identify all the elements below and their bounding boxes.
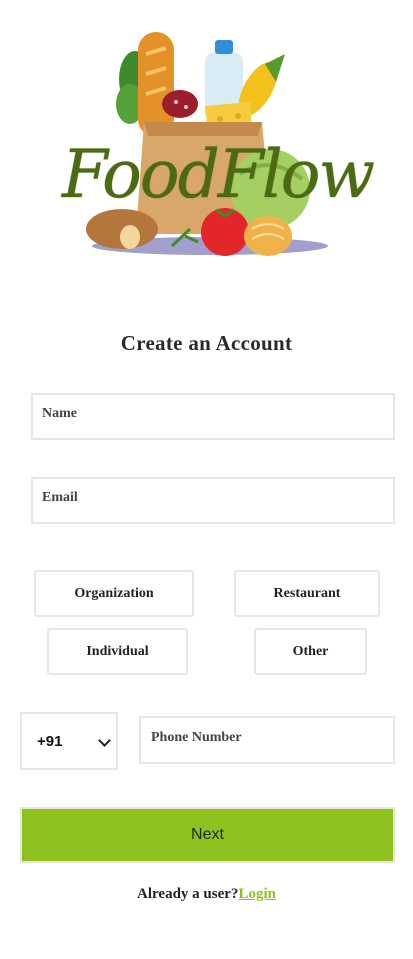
- login-prompt: Already a user?Login: [0, 886, 413, 903]
- country-code-value: +91: [37, 733, 63, 750]
- name-field[interactable]: [31, 393, 395, 440]
- individual-button[interactable]: Individual: [47, 628, 188, 675]
- page-title: Create an Account: [120, 331, 293, 355]
- other-button[interactable]: Other: [254, 628, 367, 675]
- restaurant-button[interactable]: Restaurant: [234, 570, 380, 617]
- chevron-down-icon: [98, 734, 111, 747]
- email-input[interactable]: [42, 490, 372, 506]
- already-user-text: Already a user?: [137, 886, 239, 902]
- grocery-bag-illustration: [86, 32, 328, 256]
- app-logo: FoodFlow: [40, 24, 375, 274]
- next-button[interactable]: Next: [20, 807, 395, 863]
- organization-button[interactable]: Organization: [34, 570, 194, 617]
- email-field[interactable]: [31, 477, 395, 524]
- login-link[interactable]: Login: [238, 886, 276, 902]
- country-code-select[interactable]: +91: [20, 712, 118, 770]
- name-input[interactable]: [42, 406, 372, 422]
- phone-field[interactable]: [139, 716, 395, 764]
- phone-number-input[interactable]: [151, 730, 381, 746]
